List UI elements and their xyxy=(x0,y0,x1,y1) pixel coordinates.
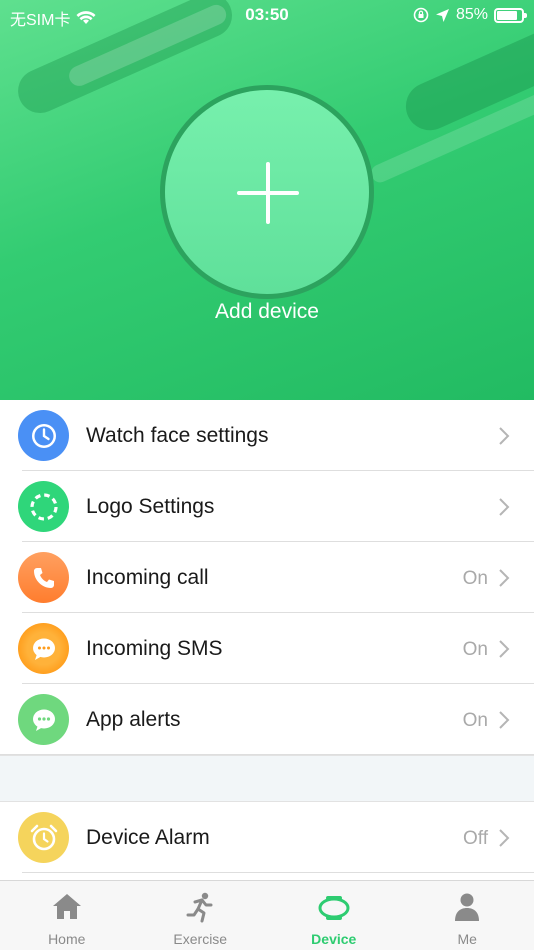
status-bar: 无SIM卡 03:50 85% xyxy=(0,0,534,32)
alarm-clock-icon xyxy=(18,812,69,863)
settings-row-device-alarm[interactable]: Device Alarm Off xyxy=(0,802,534,873)
person-icon xyxy=(455,893,480,921)
phone-icon xyxy=(18,552,69,603)
clock-icon xyxy=(18,410,69,461)
device-header: 无SIM卡 03:50 85% Add device xyxy=(0,0,534,400)
tab-device[interactable]: Device xyxy=(267,881,401,950)
settings-row-label: Incoming call xyxy=(86,566,209,589)
tab-home[interactable]: Home xyxy=(0,881,134,950)
chevron-right-icon xyxy=(499,498,510,516)
tab-exercise[interactable]: Exercise xyxy=(134,881,268,950)
tab-label: Device xyxy=(311,931,357,947)
settings-row-label: Watch face settings xyxy=(86,424,269,447)
chevron-right-icon xyxy=(499,569,510,587)
chevron-right-icon xyxy=(499,829,510,847)
tab-bar: Home Exercise Device Me xyxy=(0,880,534,950)
settings-row-label: App alerts xyxy=(86,708,181,731)
tab-label: Me xyxy=(457,931,477,947)
settings-row-label: Device Alarm xyxy=(86,826,210,849)
dashed-ring-icon xyxy=(18,481,69,532)
settings-row-incoming-sms[interactable]: Incoming SMS On xyxy=(0,613,534,684)
tab-label: Exercise xyxy=(173,931,228,947)
add-device-label[interactable]: Add device xyxy=(0,300,534,324)
orientation-lock-icon xyxy=(413,7,429,23)
location-arrow-icon xyxy=(435,8,449,22)
settings-row-value: Off xyxy=(463,828,488,849)
chevron-right-icon xyxy=(499,427,510,445)
watch-icon xyxy=(318,896,350,920)
settings-row-logo[interactable]: Logo Settings xyxy=(0,471,534,542)
section-divider xyxy=(0,755,534,802)
tab-label: Home xyxy=(48,931,86,947)
settings-list: Watch face settings Logo Settings Incomi… xyxy=(0,400,534,873)
settings-row-label: Incoming SMS xyxy=(86,637,223,660)
battery-icon xyxy=(494,7,527,23)
settings-row-value: On xyxy=(462,568,488,589)
home-icon xyxy=(52,894,81,919)
message-bubble-icon xyxy=(18,623,69,674)
add-device-circle[interactable] xyxy=(165,90,369,294)
chevron-right-icon xyxy=(499,640,510,658)
settings-row-value: On xyxy=(462,710,488,731)
chevron-right-icon xyxy=(499,711,510,729)
plus-icon xyxy=(266,162,270,224)
settings-row-value: On xyxy=(462,639,488,660)
running-icon xyxy=(186,892,213,923)
settings-row-watch-face[interactable]: Watch face settings xyxy=(0,400,534,471)
settings-row-app-alerts[interactable]: App alerts On xyxy=(0,684,534,755)
chat-bubble-icon xyxy=(18,694,69,745)
battery-percent: 85% xyxy=(455,6,488,23)
settings-row-incoming-call[interactable]: Incoming call On xyxy=(0,542,534,613)
tab-me[interactable]: Me xyxy=(401,881,534,950)
add-device-button[interactable] xyxy=(160,85,374,299)
settings-row-label: Logo Settings xyxy=(86,495,215,518)
